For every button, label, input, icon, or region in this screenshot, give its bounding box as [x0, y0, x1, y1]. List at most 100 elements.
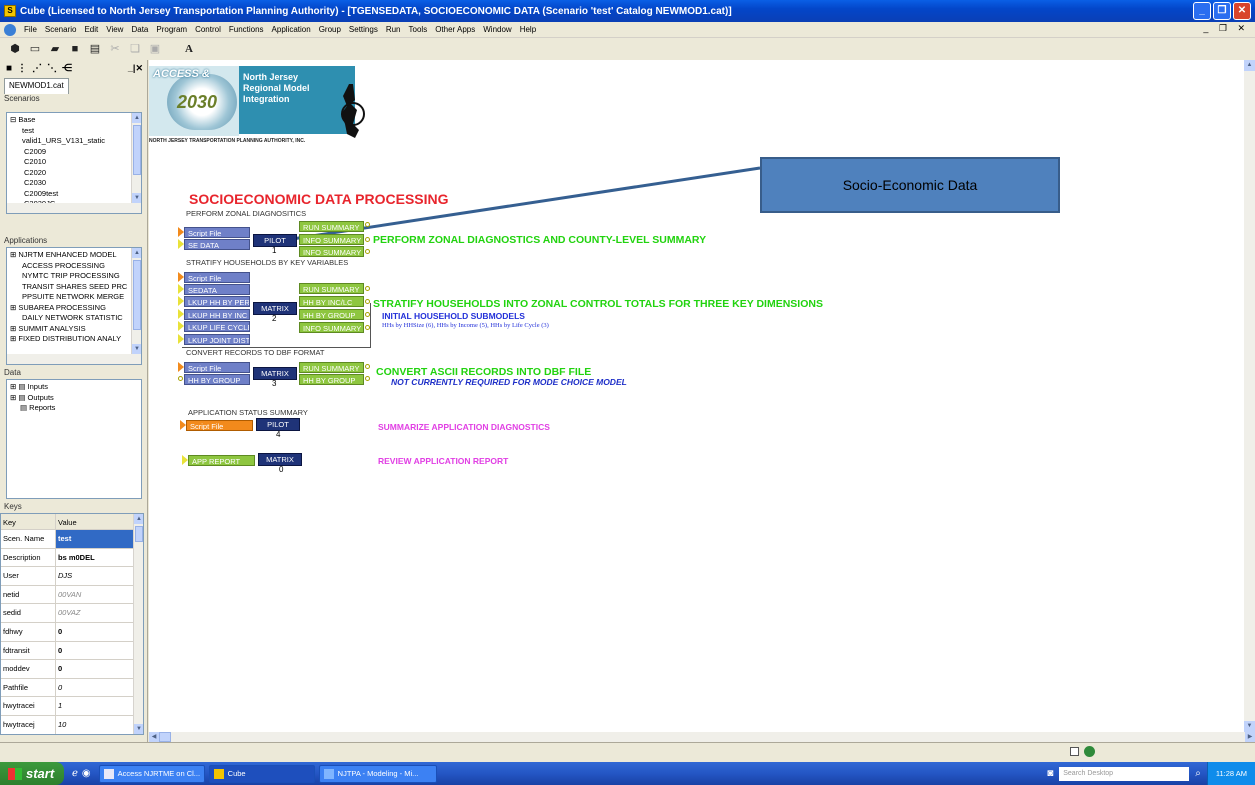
tree-item-scenario[interactable]: valid1_URS_V131_static [10, 136, 141, 147]
font-icon[interactable]: A [182, 42, 196, 56]
new-icon[interactable]: ▭ [28, 42, 42, 56]
key-value[interactable]: 00VAN [56, 586, 143, 604]
tree-item-reports[interactable]: ▤ Reports [10, 403, 141, 414]
tree-item-app[interactable]: PPSUITE NETWORK MERGE [10, 292, 141, 303]
print-icon[interactable]: ▤ [88, 42, 102, 56]
menu-window[interactable]: Window [479, 25, 515, 34]
keys-scrollbar[interactable]: ▲ ▼ [133, 514, 143, 734]
keys-row[interactable]: Pathfile 0 [1, 678, 143, 698]
taskbar-item[interactable]: Cube [208, 764, 315, 783]
close-button[interactable]: ✕ [1233, 2, 1251, 20]
cube-app-icon[interactable]: S [4, 5, 16, 17]
input-node[interactable]: HH BY GROUP [184, 374, 250, 385]
save-icon[interactable]: ■ [68, 42, 82, 56]
tree-item-scenario[interactable]: C2020 [10, 168, 141, 179]
status-checkbox[interactable] [1070, 747, 1079, 756]
menu-data[interactable]: Data [127, 25, 152, 34]
menu-scenario[interactable]: Scenario [41, 25, 81, 34]
scroll-right-icon[interactable]: ▶ [1245, 732, 1255, 742]
tree-item-app[interactable]: ⊞ SUBAREA PROCESSING [10, 303, 141, 314]
scroll-up-icon[interactable]: ▲ [1244, 60, 1255, 71]
scroll-thumb[interactable] [159, 732, 171, 742]
output-node[interactable]: RUN SUMMARY [299, 283, 364, 294]
document-icon[interactable] [4, 23, 16, 36]
input-node[interactable]: LKUP LIFE CYCLE [184, 321, 250, 332]
tree-item-app[interactable]: DAILY NETWORK STATISTIC [10, 313, 141, 324]
keys-row[interactable]: fdtransit 0 [1, 641, 143, 661]
tree-item-scenario[interactable]: C2009test [10, 189, 141, 200]
restore-button[interactable]: ❐ [1213, 2, 1231, 20]
menu-program[interactable]: Program [152, 25, 191, 34]
key-value[interactable]: 0 [56, 660, 143, 678]
menu-other-apps[interactable]: Other Apps [431, 25, 479, 34]
canvas-hscroll[interactable]: ◀ ▶ [149, 732, 1255, 742]
tree-item-app[interactable]: ⊞ SUMMIT ANALYSIS [10, 324, 141, 335]
key-value[interactable]: 10 [56, 716, 143, 734]
menu-group[interactable]: Group [315, 25, 345, 34]
key-value[interactable]: 0 [56, 623, 143, 641]
keys-row[interactable]: moddev 0 [1, 660, 143, 679]
close-pane-icon[interactable]: _|✕ [128, 63, 143, 74]
menu-control[interactable]: Control [191, 25, 225, 34]
tree-item-app[interactable]: ⊞ NJRTM ENHANCED MODEL [10, 250, 141, 261]
scenarios-scrollbar[interactable]: ▲ ▼ [131, 113, 141, 213]
menu-tools[interactable]: Tools [405, 25, 432, 34]
output-node[interactable]: INFO SUMMARY [299, 246, 364, 257]
keys-row[interactable]: Description bs m0DEL [1, 548, 143, 568]
copy-icon[interactable]: ❏ [128, 42, 142, 56]
canvas-vscroll[interactable]: ▲ ▼ [1244, 60, 1255, 732]
menu-functions[interactable]: Functions [225, 25, 268, 34]
application-canvas[interactable]: 2030 ACCESS & North Jersey Regional Mode… [149, 60, 1244, 732]
tree-item-scenario[interactable]: C2009 [10, 147, 141, 158]
keys-row[interactable]: Scen. Name test [1, 530, 143, 549]
input-node[interactable]: SEDATA [184, 284, 250, 295]
output-node[interactable]: HH BY GROUP [299, 374, 364, 385]
key-value[interactable]: test [56, 530, 143, 548]
ie-icon[interactable]: ℯ [72, 768, 78, 779]
keys-row[interactable]: fdhwy 0 [1, 622, 143, 642]
input-node[interactable]: Script File [184, 362, 250, 373]
output-node[interactable]: HH BY GROUP [299, 309, 364, 320]
keys-row[interactable]: User DJS [1, 567, 143, 586]
media-icon[interactable]: ◉ [82, 768, 91, 779]
paste-icon[interactable]: ▣ [148, 42, 162, 56]
key-value[interactable]: 00VAZ [56, 604, 143, 622]
key-value[interactable]: bs m0DEL [56, 549, 143, 567]
minimize-button[interactable]: _ [1193, 2, 1211, 20]
cut-icon[interactable]: ✂ [108, 42, 122, 56]
tree-item-app[interactable]: TRANSIT SHARES SEED PRC [10, 282, 141, 293]
tree-item-app[interactable]: ⊞ FIXED DISTRIBUTION ANALY [10, 334, 141, 345]
output-node[interactable]: RUN SUMMARY [299, 221, 364, 232]
open-icon[interactable]: ▰ [48, 42, 62, 56]
applications-hscroll[interactable] [7, 354, 141, 364]
input-node[interactable]: Script File [184, 227, 250, 238]
expand-icon[interactable]: ⋰ [32, 63, 42, 74]
keys-row[interactable]: hwytracei 1 [1, 697, 143, 716]
help-icon[interactable]: ◙ [1047, 768, 1053, 779]
key-value[interactable]: 0 [56, 679, 143, 697]
desktop-search-input[interactable]: Search Desktop [1059, 766, 1190, 781]
tree-item-scenario[interactable]: C2010 [10, 157, 141, 168]
tree-item-test[interactable]: test [10, 126, 141, 137]
tree-item-base[interactable]: ⊟ Base [10, 115, 141, 126]
start-button[interactable]: start [0, 762, 64, 785]
input-node[interactable]: SE DATA [184, 239, 250, 250]
menu-settings[interactable]: Settings [345, 25, 382, 34]
input-node[interactable]: LKUP HH BY INC [184, 309, 250, 320]
menu-view[interactable]: View [102, 25, 127, 34]
tree-item-outputs[interactable]: ⊞ ▤ Outputs [10, 393, 141, 404]
input-node[interactable]: APP REPORT [188, 455, 255, 466]
scroll-left-icon[interactable]: ◀ [149, 732, 159, 742]
menu-run[interactable]: Run [382, 25, 405, 34]
scenarios-hscroll[interactable] [7, 203, 141, 213]
input-node[interactable]: LKUP JOINT DIST [184, 334, 250, 345]
output-node[interactable]: INFO SUMMARY [299, 322, 364, 333]
key-value[interactable]: DJS [56, 567, 143, 585]
menu-file[interactable]: File [20, 25, 41, 34]
input-node[interactable]: Script File [184, 272, 250, 283]
mdi-controls[interactable]: _ ❐ ✕ [1203, 23, 1249, 34]
tree-item-scenario[interactable]: C2030 [10, 178, 141, 189]
run-icon[interactable]: ⬢ [8, 42, 22, 56]
key-value[interactable]: 1 [56, 697, 143, 715]
tab-catalog[interactable]: NEWMOD1.cat [4, 78, 69, 94]
